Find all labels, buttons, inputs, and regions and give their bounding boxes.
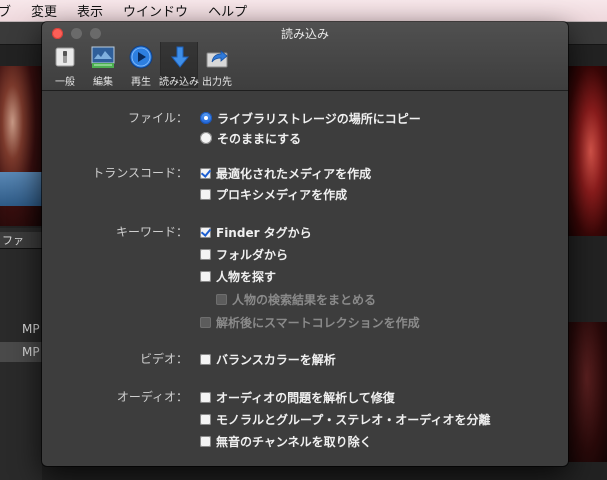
create-proxy-checkbox[interactable]: プロキシメディアを作成	[200, 186, 347, 202]
folders-row: フォルダから	[42, 243, 568, 263]
proxy-row: プロキシメディアを作成	[42, 183, 568, 203]
dialog-title: 読み込み	[280, 27, 329, 41]
separate-mono-label: モノラルとグループ・ステレオ・オーディオを分離	[216, 412, 491, 427]
leave-in-place-radio[interactable]: そのままにする	[200, 130, 301, 146]
switch-icon	[55, 47, 75, 67]
remove-silent-channels-label: 無音のチャンネルを取り除く	[216, 434, 372, 449]
files-row: ファイル： ライブラリストレージの場所にコピー	[42, 107, 568, 127]
create-optimized-checkbox[interactable]: 最適化されたメディアを作成	[200, 165, 371, 181]
play-icon	[129, 45, 153, 69]
share-icon	[206, 50, 228, 68]
menu-window[interactable]: ウインドウ	[123, 1, 188, 20]
create-proxy-label: プロキシメディアを作成	[216, 187, 348, 202]
checkbox-indicator	[200, 413, 211, 425]
smart-collections-row: 解析後にスマートコレクションを作成	[42, 311, 568, 331]
edit-icon	[91, 46, 115, 68]
menu-item[interactable]: ブ	[0, 1, 11, 20]
transcoding-row: トランスコード： 最適化されたメディアを作成	[42, 162, 568, 182]
files-label: ファイル：	[127, 111, 188, 125]
create-optimized-label: 最適化されたメディアを作成	[216, 166, 372, 181]
consolidate-row: 人物の検索結果をまとめる	[42, 288, 568, 308]
from-folders-checkbox[interactable]: フォルダから	[200, 246, 288, 262]
audio-label: オーディオ：	[116, 390, 188, 404]
balance-color-label: バランスカラーを解析	[216, 352, 336, 367]
background-list-row[interactable]: MP	[0, 342, 42, 362]
preferences-toolbar: 一般 編集 再生 読み込み 出力先	[46, 42, 236, 88]
checkbox-indicator	[200, 353, 211, 365]
leave-in-place-label: そのままにする	[217, 131, 302, 146]
menu-edit[interactable]: 変更	[31, 1, 57, 20]
separate-mono-row: モノラルとグループ・ステレオ・オーディオを分離	[42, 408, 568, 428]
remove-silent-channels-checkbox[interactable]: 無音のチャンネルを取り除く	[200, 433, 372, 449]
checkbox-indicator	[200, 270, 211, 282]
background-viewer-image	[566, 322, 607, 462]
find-people-label: 人物を探す	[216, 269, 277, 284]
background-viewer-image	[566, 66, 607, 236]
tab-destinations[interactable]: 出力先	[198, 42, 236, 88]
finder-tags-label: Finder タグから	[216, 225, 312, 240]
checkbox-indicator	[200, 248, 211, 260]
checkbox-indicator	[200, 316, 211, 328]
tab-destinations-label: 出力先	[202, 77, 232, 88]
import-settings-panel: ファイル： ライブラリストレージの場所にコピー そのままにする トランスコード：…	[42, 91, 568, 466]
radio-indicator	[200, 132, 212, 144]
video-label: ビデオ：	[139, 352, 188, 366]
audio-row: オーディオ： オーディオの問題を解析して修復	[42, 386, 568, 406]
dialog-titlebar: 読み込み 一般 編集 再生 読み込み 出力先	[42, 22, 568, 91]
keywords-row: キーワード： Finder タグから	[42, 221, 568, 241]
background-list-row[interactable]: MP	[0, 319, 42, 339]
find-people-row: 人物を探す	[42, 265, 568, 285]
checkbox-indicator	[216, 293, 227, 305]
checkbox-indicator	[200, 167, 211, 179]
fix-audio-checkbox[interactable]: オーディオの問題を解析して修復	[200, 389, 395, 405]
smart-collections-checkbox: 解析後にスマートコレクションを作成	[200, 314, 420, 330]
balance-color-checkbox[interactable]: バランスカラーを解析	[200, 351, 336, 367]
copy-to-library-radio[interactable]: ライブラリストレージの場所にコピー	[200, 110, 421, 126]
video-row: ビデオ： バランスカラーを解析	[42, 348, 568, 368]
checkbox-indicator	[200, 188, 211, 200]
transcoding-label: トランスコード：	[92, 166, 188, 180]
copy-to-library-label: ライブラリストレージの場所にコピー	[217, 111, 421, 126]
import-icon	[170, 46, 190, 68]
import-preferences-dialog: 読み込み 一般 編集 再生 読み込み 出力先 ファイル： ライブラリストレージの…	[42, 22, 568, 466]
consolidate-people-label: 人物の検索結果をまとめる	[232, 292, 377, 307]
keywords-label: キーワード：	[115, 225, 188, 239]
radio-indicator	[200, 112, 212, 124]
finder-tags-checkbox[interactable]: Finder タグから	[200, 224, 312, 240]
from-folders-label: フォルダから	[216, 247, 289, 262]
separate-mono-checkbox[interactable]: モノラルとグループ・ステレオ・オーディオを分離	[200, 411, 490, 427]
consolidate-people-checkbox: 人物の検索結果をまとめる	[216, 291, 376, 307]
find-people-checkbox[interactable]: 人物を探す	[200, 268, 276, 284]
background-audio-strip	[0, 172, 42, 206]
leave-in-place-row: そのままにする	[42, 127, 568, 147]
menu-help[interactable]: ヘルプ	[208, 1, 247, 20]
checkbox-indicator	[200, 391, 211, 403]
checkbox-indicator	[200, 226, 211, 238]
fix-audio-label: オーディオの問題を解析して修復	[216, 390, 395, 405]
checkbox-indicator	[200, 435, 211, 447]
remove-silent-row: 無音のチャンネルを取り除く	[42, 430, 568, 450]
smart-collections-label: 解析後にスマートコレクションを作成	[216, 315, 420, 330]
menu-view[interactable]: 表示	[77, 1, 103, 20]
background-list-header: ファ	[0, 232, 42, 249]
menu-bar: ブ 変更 表示 ウインドウ ヘルプ	[0, 0, 607, 22]
